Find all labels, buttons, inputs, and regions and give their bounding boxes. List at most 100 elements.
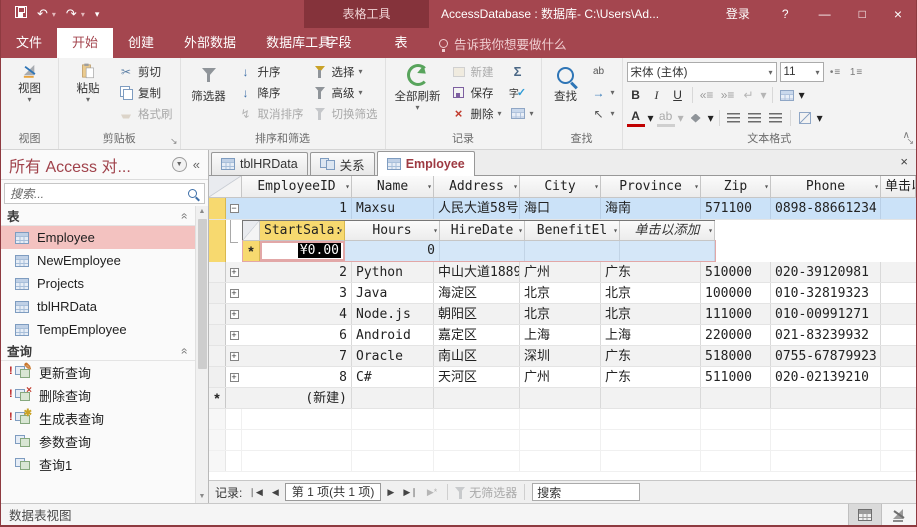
paste-button[interactable]: 粘贴 ▾ — [63, 61, 113, 103]
table-row[interactable]: − 1 Maxsu 人民大道58号 海口 海南 571100 0898-8866… — [209, 198, 916, 220]
select-all-corner[interactable] — [209, 176, 242, 198]
nav-item-query1[interactable]: 查询1 — [1, 453, 195, 476]
cell-zip[interactable]: 511000 — [701, 367, 771, 387]
cell-phone[interactable]: 020-39120981 — [771, 262, 881, 282]
nav-item-newemployee[interactable]: NewEmployee — [1, 249, 195, 272]
column-dropdown-icon[interactable]: ▾ — [433, 227, 438, 235]
datasheet-view-button[interactable] — [848, 504, 882, 525]
nav-item-make-table-query[interactable]: ✱!生成表查询 — [1, 407, 195, 430]
totals-button[interactable]: Σ — [507, 61, 537, 82]
doc-tab-relationships[interactable]: 关系 — [310, 152, 375, 175]
collapse-subdatasheet-toggle[interactable]: − — [226, 198, 242, 219]
column-dropdown-icon[interactable]: ▾ — [427, 183, 432, 191]
first-record-icon[interactable]: ❘◀ — [245, 487, 265, 498]
cell-city[interactable]: 广州 — [520, 367, 601, 387]
design-view-button[interactable] — [882, 504, 916, 525]
cell-name[interactable]: Python — [352, 262, 434, 282]
font-color-button[interactable]: A — [627, 109, 645, 127]
copy-button[interactable]: 复制 — [115, 82, 176, 103]
clipboard-dialog-launcher-icon[interactable]: ↘ — [170, 137, 178, 146]
decrease-indent-icon[interactable]: «≡ — [698, 86, 716, 104]
sub-select-all-corner[interactable] — [243, 221, 260, 241]
cell-zip[interactable]: 111000 — [701, 304, 771, 324]
cell-province[interactable]: 海南 — [601, 198, 701, 219]
table-row[interactable]: + 7 Oracle 南山区 深圳 广东 518000 0755-6787992… — [209, 346, 916, 367]
sub-cell-benefitel[interactable] — [525, 241, 620, 261]
nav-item-tempemployee[interactable]: TempEmployee — [1, 318, 195, 341]
expand-subdatasheet-toggle[interactable]: + — [226, 304, 242, 324]
nav-pane-header[interactable]: 所有 Access 对... ▼ « — [1, 150, 208, 180]
cell-city[interactable]: 北京 — [520, 304, 601, 324]
cell-city[interactable]: 广州 — [520, 262, 601, 282]
record-search-input[interactable] — [532, 483, 640, 501]
record-selector[interactable] — [209, 367, 226, 387]
doc-tab-tblhrdata[interactable]: tblHRData — [211, 152, 308, 175]
cell-click-to-add[interactable] — [881, 198, 916, 219]
sub-cell-hiredate[interactable] — [440, 241, 525, 261]
refresh-all-button[interactable]: 全部刷新 ▾ — [390, 61, 446, 111]
record-selector[interactable] — [209, 283, 226, 303]
nav-search-icon[interactable] — [188, 189, 197, 198]
cell-zip[interactable]: 220000 — [701, 325, 771, 345]
cell-province[interactable]: 广东 — [601, 262, 701, 282]
cell-click-to-add[interactable] — [881, 283, 916, 303]
nav-item-tblhrdata[interactable]: tblHRData — [1, 295, 195, 318]
record-selector[interactable] — [209, 198, 226, 219]
filter-button[interactable]: 筛选器 — [185, 61, 233, 104]
align-center-icon[interactable] — [746, 109, 764, 127]
more-records-button[interactable]: ▾ — [507, 103, 537, 124]
tab-fields[interactable]: 字段 — [310, 28, 366, 58]
sub-column-header-hiredate[interactable]: HireDate▾ — [440, 221, 525, 241]
cell-employeeid[interactable]: 2 — [242, 262, 352, 282]
next-record-icon[interactable]: ▶ — [384, 487, 397, 498]
view-button[interactable]: 视图 ▾ — [5, 61, 54, 103]
table-row[interactable]: + 3 Java 海淀区 北京 北京 100000 010-32819323 — [209, 283, 916, 304]
text-direction-icon[interactable]: ↵ — [740, 86, 758, 104]
cell-phone[interactable]: 010-32819323 — [771, 283, 881, 303]
cell-address[interactable]: 人民大道58号 — [434, 198, 520, 219]
nav-collapse-icon[interactable]: « — [193, 157, 200, 172]
collapse-section-icon[interactable]: » — [177, 347, 191, 354]
column-header-employeeid[interactable]: EmployeeID▾ — [242, 176, 352, 198]
highlight-color-button[interactable]: ab — [657, 109, 675, 127]
sub-column-header-benefitel[interactable]: BenefitEl▾ — [525, 221, 620, 241]
underline-button[interactable]: U — [669, 86, 687, 104]
cell-zip[interactable]: 518000 — [701, 346, 771, 366]
cell-phone[interactable]: 0898-88661234 — [771, 198, 881, 219]
view-dropdown-icon[interactable]: ▾ — [27, 97, 31, 103]
bold-button[interactable]: B — [627, 86, 645, 104]
new-blank-record-icon[interactable]: ▶* — [424, 487, 440, 498]
column-header-address[interactable]: Address▾ — [434, 176, 520, 198]
record-search-box[interactable] — [532, 483, 640, 501]
sub-column-header-click-to-add[interactable]: 单击以添加▾ — [620, 221, 715, 241]
tab-create[interactable]: 创建 — [113, 28, 169, 58]
minimize-button[interactable]: — — [805, 0, 845, 28]
column-dropdown-icon[interactable]: ▾ — [708, 227, 713, 235]
spelling-button[interactable]: 字✓ — [507, 82, 537, 103]
cell-name[interactable]: Maxsu — [352, 198, 434, 219]
last-record-icon[interactable]: ▶❘ — [400, 487, 420, 498]
expand-subdatasheet-toggle[interactable]: + — [226, 325, 242, 345]
toggle-filter-button[interactable]: 切换筛选 — [309, 103, 381, 124]
goto-button[interactable]: →▾ — [588, 82, 618, 103]
cell-zip[interactable]: 571100 — [701, 198, 771, 219]
bulleted-list-icon[interactable]: •≡ — [827, 63, 845, 81]
column-dropdown-icon[interactable]: ▾ — [338, 227, 343, 235]
cell-city[interactable]: 深圳 — [520, 346, 601, 366]
tab-external-data[interactable]: 外部数据 — [169, 28, 251, 58]
cell-province[interactable]: 北京 — [601, 304, 701, 324]
cell-city[interactable]: 北京 — [520, 283, 601, 303]
nav-item-delete-query[interactable]: ×!删除查询 — [1, 384, 195, 407]
redo-dropdown-icon[interactable]: ▾ — [81, 10, 85, 19]
alternate-row-color-icon[interactable] — [796, 109, 814, 127]
nav-item-projects[interactable]: Projects — [1, 272, 195, 295]
cell-employeeid[interactable]: 7 — [242, 346, 352, 366]
expand-subdatasheet-toggle[interactable]: + — [226, 367, 242, 387]
replace-button[interactable]: ab — [588, 61, 618, 82]
column-header-phone[interactable]: Phone▾ — [771, 176, 881, 198]
cell-address[interactable] — [434, 388, 520, 408]
italic-button[interactable]: I — [648, 86, 666, 104]
record-position-box[interactable]: 第 1 项(共 1 项) — [285, 483, 382, 501]
nav-scrollbar[interactable]: ▲ ▼ — [195, 206, 208, 503]
sort-ascending-button[interactable]: ↓升序 — [235, 61, 307, 82]
